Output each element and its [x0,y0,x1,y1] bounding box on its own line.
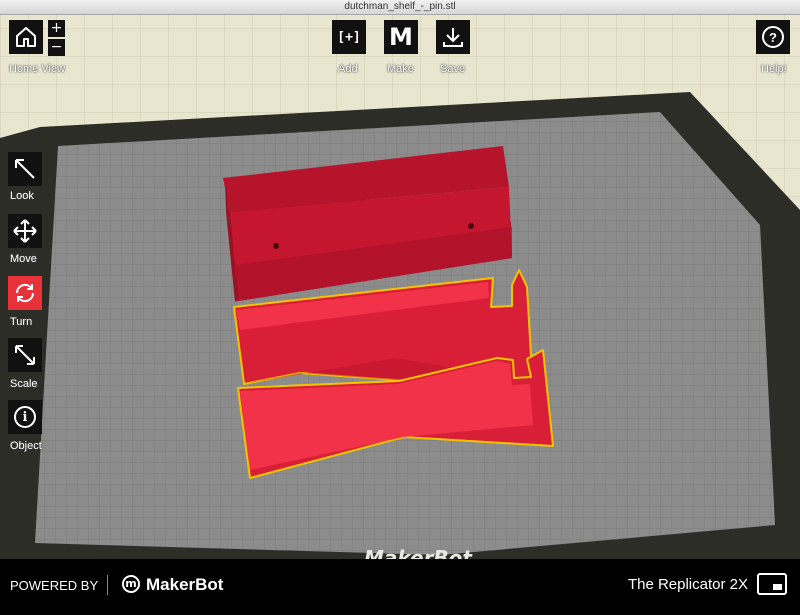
tool-look-button[interactable] [8,152,42,186]
make-icon: M [389,23,413,51]
tool-object-label: Object [10,440,42,452]
home-view-label: Home View [9,63,66,75]
tool-turn-button[interactable] [8,276,42,310]
tool-turn-label: Turn [10,316,33,328]
powered-by-label: POWERED BY [10,578,99,593]
home-view-button[interactable] [9,20,43,54]
add-label: Add [338,63,358,75]
help-icon: ? [762,26,784,48]
add-button[interactable]: [+] [332,20,366,54]
device-name[interactable]: The Replicator 2X [628,576,748,593]
make-button[interactable]: M [384,20,418,54]
window-title: dutchman_shelf_-_pin.stl [0,0,800,15]
platform-logo: MakerBot [364,546,473,559]
tool-move-button[interactable] [8,214,42,248]
rotate-icon [15,283,35,303]
help-glyph: ? [769,29,777,45]
footer-brand: MakerBot [146,575,224,594]
scale-arrow-icon [15,345,35,365]
save-button[interactable] [436,20,470,54]
makerbot-logo-icon: m [122,575,140,593]
tool-object-button[interactable]: i [8,400,42,434]
zoom-in-button[interactable]: + [48,20,65,37]
tool-move-label: Move [10,253,37,265]
home-icon [16,27,36,47]
footer-divider [107,575,108,595]
info-icon: i [14,406,36,428]
zoom-out-button[interactable]: − [48,39,65,56]
save-label: Save [440,63,466,75]
look-arrow-icon [15,159,35,179]
help-label: Help! [761,63,787,75]
make-label: Make [387,63,414,75]
help-button[interactable]: ? [756,20,790,54]
tool-look-label: Look [10,190,34,202]
footer-bar: POWERED BY m MakerBot The Replicator 2X [0,559,800,615]
3d-viewport[interactable]: MakerBot + − Home View [+] Add M Make Sa… [0,14,800,559]
move-arrows-icon [13,219,37,243]
tool-scale-label: Scale [10,378,38,390]
add-icon: [+] [337,29,361,45]
download-icon [443,28,463,47]
device-screen-icon[interactable] [757,573,787,595]
tool-scale-button[interactable] [8,338,42,372]
